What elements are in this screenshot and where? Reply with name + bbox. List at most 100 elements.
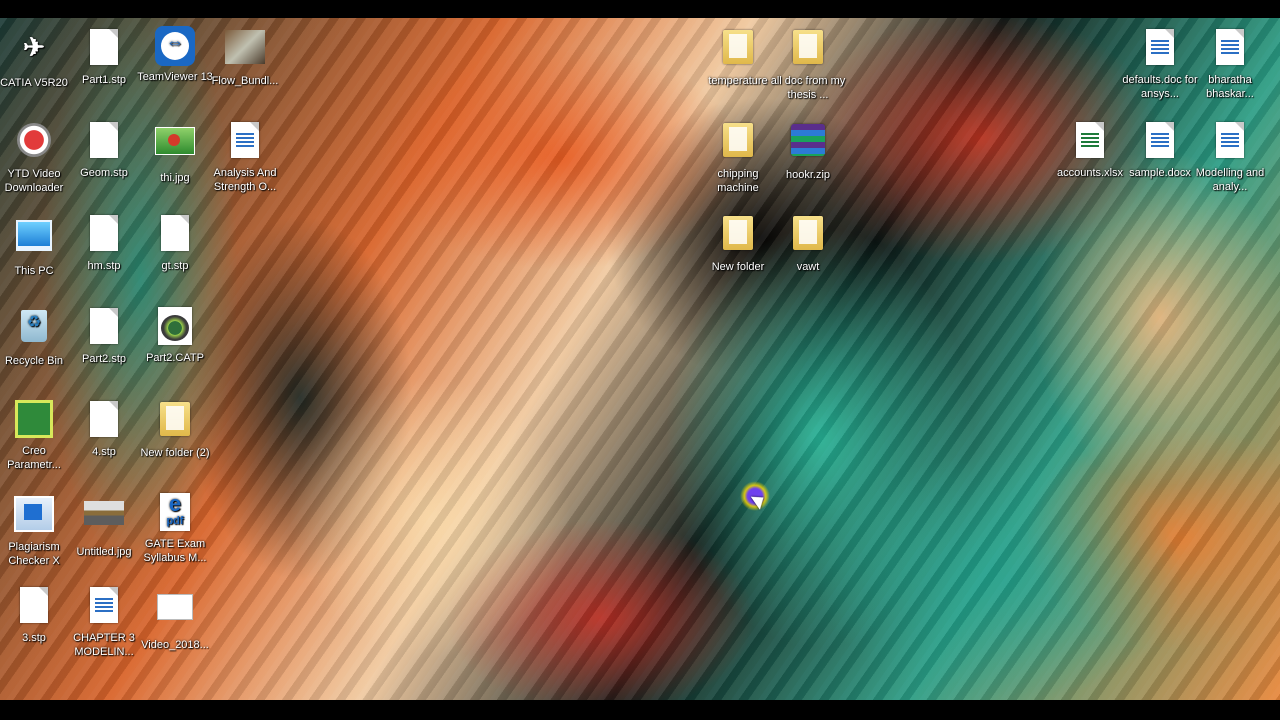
desktop-icon-modelling-and-analysis[interactable]: Modelling and analy...: [1192, 119, 1268, 194]
icon-label: CATIA V5R20: [0, 77, 68, 89]
icon-label: YTD Video Downloader: [4, 168, 64, 194]
desktop-icon-new-folder-2[interactable]: New folder (2): [137, 398, 213, 460]
plagiarism-checker-icon: [14, 496, 54, 538]
word-document-icon: [1140, 29, 1180, 71]
word-document-icon: [84, 587, 124, 629]
icon-label: hm.stp: [87, 260, 121, 272]
desktop-icon-untitled-jpg[interactable]: Untitled.jpg: [66, 491, 142, 559]
icon-label: This PC: [14, 265, 54, 277]
icon-label: Part2.stp: [81, 353, 127, 365]
mouse-cursor-icon: [740, 481, 774, 523]
desktop-icon-accounts-xlsx[interactable]: accounts.xlsx: [1052, 119, 1128, 180]
word-document-icon: [1210, 122, 1250, 164]
desktop-icon-4-stp[interactable]: 4.stp: [66, 398, 142, 459]
word-document-icon: [225, 122, 265, 164]
icon-label: thi.jpg: [160, 172, 190, 184]
file-icon: [84, 122, 124, 164]
word-document-icon: [1210, 29, 1250, 71]
desktop-icon-chipping-machine[interactable]: chipping machine: [700, 119, 776, 195]
word-document-icon: [1140, 122, 1180, 164]
desktop-icon-teamviewer[interactable]: TeamViewer 13: [137, 26, 213, 84]
desktop-icon-bharatha-bhaskar[interactable]: bharatha bhaskar...: [1192, 26, 1268, 101]
desktop-icon-sample-docx[interactable]: sample.docx: [1122, 119, 1198, 180]
desktop-icon-vawt[interactable]: vawt: [770, 212, 846, 274]
teamviewer-icon: [155, 26, 195, 68]
pdf-icon: e pdf: [155, 493, 195, 535]
desktop-icon-all-doc-from-my-thesis[interactable]: all doc from my thesis ...: [770, 26, 846, 102]
icon-label: hookr.zip: [785, 169, 831, 181]
icon-label: all doc from my thesis ...: [770, 75, 846, 101]
computer-icon: [14, 220, 54, 262]
icon-label: CHAPTER 3 MODELIN...: [73, 632, 135, 658]
desktop-icon-recycle-bin[interactable]: Recycle Bin: [0, 305, 72, 368]
desktop-icon-chapter-3[interactable]: CHAPTER 3 MODELIN...: [66, 584, 142, 659]
folder-icon: [155, 402, 195, 444]
zip-archive-icon: [788, 124, 828, 166]
catia-icon: ✈: [23, 32, 45, 62]
icon-label: Plagiarism Checker X: [8, 541, 60, 567]
recycle-bin-icon: [14, 310, 54, 352]
icon-label: Flow_Bundl...: [211, 75, 279, 87]
file-icon: [84, 215, 124, 257]
desktop-icon-thi-jpg[interactable]: thi.jpg: [137, 119, 213, 185]
folder-icon: [718, 123, 758, 165]
icon-label: New folder (2): [140, 447, 210, 459]
file-icon: [155, 215, 195, 257]
ytd-downloader-icon: [14, 123, 54, 165]
file-icon: [84, 401, 124, 443]
creo-icon: [14, 400, 54, 442]
excel-file-icon: [1070, 122, 1110, 164]
desktop-icon-new-folder[interactable]: New folder: [700, 212, 776, 274]
image-file-icon: [225, 30, 265, 72]
icon-label: Recycle Bin: [4, 355, 64, 367]
icon-label: bharatha bhaskar...: [1206, 74, 1254, 100]
icon-label: temperature: [708, 75, 768, 87]
icon-label: 3.stp: [22, 632, 46, 644]
file-icon: [84, 29, 124, 71]
icon-label: Untitled.jpg: [76, 546, 132, 558]
icon-label: Modelling and analy...: [1195, 167, 1265, 193]
icon-label: Video_2018...: [141, 639, 209, 651]
video-file-icon: [155, 594, 195, 636]
file-icon: [84, 308, 124, 350]
folder-icon: [788, 30, 828, 72]
folder-icon: [788, 216, 828, 258]
desktop-icon-ytd-video-downloader[interactable]: YTD Video Downloader: [0, 119, 72, 195]
desktop-icon-analysis-and-strength[interactable]: Analysis And Strength O...: [207, 119, 283, 194]
desktop-icon-3-stp[interactable]: 3.stp: [0, 584, 72, 645]
icon-label: GATE Exam Syllabus M...: [143, 538, 207, 564]
icon-label: New folder: [711, 261, 765, 273]
folder-icon: [718, 216, 758, 258]
desktop-icon-hookr-zip[interactable]: hookr.zip: [770, 119, 846, 182]
folder-icon: [718, 30, 758, 72]
icon-label: Geom.stp: [80, 167, 128, 179]
desktop-icon-geom-stp[interactable]: Geom.stp: [66, 119, 142, 180]
image-file-icon: [84, 501, 124, 543]
icon-label: Analysis And Strength O...: [213, 167, 277, 193]
icon-label: sample.docx: [1129, 167, 1191, 179]
image-file-icon: [155, 127, 195, 169]
desktop-icon-defaults-doc[interactable]: defaults.doc for ansys...: [1122, 26, 1198, 101]
desktop-icon-catia[interactable]: ✈ CATIA V5R20: [0, 26, 72, 90]
desktop-icon-creo-parametric[interactable]: Creo Parametr...: [0, 398, 72, 472]
icon-label: chipping machine: [717, 168, 759, 194]
icon-label: accounts.xlsx: [1056, 167, 1124, 179]
icon-label: Part2.CATP: [146, 352, 204, 364]
desktop-icon-part2-stp[interactable]: Part2.stp: [66, 305, 142, 366]
icon-label: defaults.doc for ansys...: [1122, 74, 1198, 100]
desktop-icon-video-2018[interactable]: Video_2018...: [137, 584, 213, 652]
desktop-icon-part2-catp[interactable]: Part2.CATP: [137, 305, 213, 365]
desktop-icon-part1-stp[interactable]: Part1.stp: [66, 26, 142, 87]
icon-label: vawt: [796, 261, 820, 273]
desktop-icon-gate-exam-syllabus[interactable]: e pdf GATE Exam Syllabus M...: [137, 491, 213, 565]
desktop-icon-flow-bundle[interactable]: Flow_Bundl...: [207, 26, 283, 88]
icon-label: Creo Parametr...: [7, 445, 61, 471]
desktop-icon-this-pc[interactable]: This PC: [0, 212, 72, 278]
desktop-icon-hm-stp[interactable]: hm.stp: [66, 212, 142, 273]
desktop-wallpaper[interactable]: ✈ CATIA V5R20 YTD Video Downloader This …: [0, 18, 1280, 700]
desktop-icon-temperature[interactable]: temperature: [700, 26, 776, 88]
icon-label: gt.stp: [161, 260, 189, 272]
desktop-icon-plagiarism-checker[interactable]: Plagiarism Checker X: [0, 491, 72, 568]
icon-label: TeamViewer 13: [137, 71, 213, 83]
desktop-icon-gt-stp[interactable]: gt.stp: [137, 212, 213, 273]
